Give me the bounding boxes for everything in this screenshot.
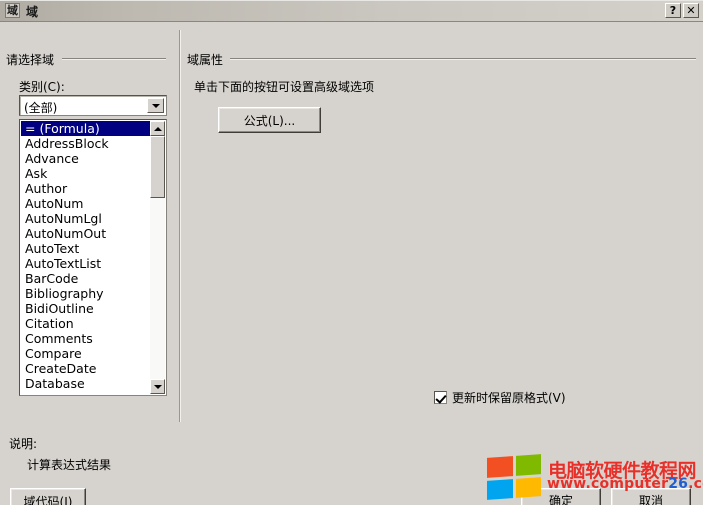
titlebar: 域 域 ? ✕ bbox=[0, 0, 703, 22]
list-item[interactable]: Compare bbox=[21, 346, 150, 361]
field-names-list[interactable]: = (Formula) AddressBlock Advance Ask Author A… bbox=[21, 121, 150, 394]
logo-quadrant-red bbox=[487, 456, 513, 478]
preserve-format-row[interactable]: 更新时保留原格式(V) bbox=[434, 389, 566, 406]
help-button[interactable]: ? bbox=[665, 3, 681, 18]
logo-quadrant-green bbox=[515, 454, 541, 476]
description-label: 说明: bbox=[9, 437, 38, 451]
category-value: (全部) bbox=[24, 101, 58, 115]
list-item[interactable]: = (Formula) bbox=[21, 121, 150, 136]
list-item[interactable]: AutoNum bbox=[21, 196, 150, 211]
scroll-up-button[interactable] bbox=[150, 121, 165, 136]
list-item[interactable]: Bibliography bbox=[21, 286, 150, 301]
preserve-format-label: 更新时保留原格式(V) bbox=[452, 391, 566, 405]
logo-quadrant-blue bbox=[487, 478, 513, 500]
window-title: 域 bbox=[26, 5, 39, 19]
field-names-listbox[interactable]: = (Formula) AddressBlock Advance Ask Author A… bbox=[19, 119, 167, 396]
arrow-up-icon bbox=[153, 126, 162, 131]
arrow-down-icon bbox=[153, 384, 162, 389]
category-combobox[interactable]: (全部) bbox=[19, 95, 167, 116]
list-item[interactable]: Comments bbox=[21, 331, 150, 346]
listbox-scrollbar[interactable] bbox=[150, 121, 165, 394]
field-dialog-window: 域 域 ? ✕ 请选择域 类别(C): (全部) 域名(F): = (Formu… bbox=[0, 0, 703, 505]
list-item[interactable]: AutoNumOut bbox=[21, 226, 150, 241]
list-item[interactable]: Database bbox=[21, 376, 150, 391]
window-controls: ? ✕ bbox=[665, 3, 699, 18]
preserve-format-checkbox[interactable] bbox=[434, 391, 447, 404]
list-item[interactable]: Advance bbox=[21, 151, 150, 166]
category-dropdown-button[interactable] bbox=[147, 98, 164, 113]
list-item[interactable]: BidiOutline bbox=[21, 301, 150, 316]
list-item[interactable]: AutoNumLgl bbox=[21, 211, 150, 226]
watermark-url-part3: .com bbox=[688, 476, 703, 492]
list-item[interactable]: CreateDate bbox=[21, 361, 150, 376]
category-label: 类别(C): bbox=[19, 80, 65, 94]
watermark-url: www.computer26.com bbox=[547, 476, 703, 492]
description-text: 计算表达式结果 bbox=[27, 458, 112, 472]
formula-button[interactable]: 公式(L)... bbox=[218, 107, 321, 133]
field-properties-hint: 单击下面的按钮可设置高级域选项 bbox=[194, 80, 375, 94]
list-item[interactable]: BarCode bbox=[21, 271, 150, 286]
left-group-title: 请选择域 bbox=[6, 53, 55, 67]
list-item[interactable]: Citation bbox=[21, 316, 150, 331]
watermark-url-part1: www.computer bbox=[547, 476, 669, 492]
list-item[interactable]: Author bbox=[21, 181, 150, 196]
windows-logo-icon bbox=[487, 454, 541, 500]
list-item[interactable]: AddressBlock bbox=[21, 136, 150, 151]
pane-divider bbox=[179, 30, 181, 422]
chevron-down-icon bbox=[151, 103, 160, 108]
dialog-body: 请选择域 类别(C): (全部) 域名(F): = (Formula)Addre… bbox=[0, 22, 703, 505]
watermark-url-part2: 26 bbox=[668, 476, 689, 492]
right-group-rule bbox=[230, 58, 696, 60]
left-group-rule bbox=[62, 58, 166, 60]
logo-quadrant-yellow bbox=[515, 476, 541, 498]
scroll-down-button[interactable] bbox=[150, 379, 165, 394]
list-item[interactable]: AutoTextList bbox=[21, 256, 150, 271]
field-icon: 域 bbox=[5, 3, 20, 18]
scrollbar-thumb[interactable] bbox=[150, 136, 165, 198]
close-button[interactable]: ✕ bbox=[683, 3, 699, 18]
field-codes-button[interactable]: 域代码(I) bbox=[10, 488, 86, 505]
list-item[interactable]: AutoText bbox=[21, 241, 150, 256]
list-item[interactable]: Ask bbox=[21, 166, 150, 181]
right-group-title: 域属性 bbox=[187, 53, 224, 67]
